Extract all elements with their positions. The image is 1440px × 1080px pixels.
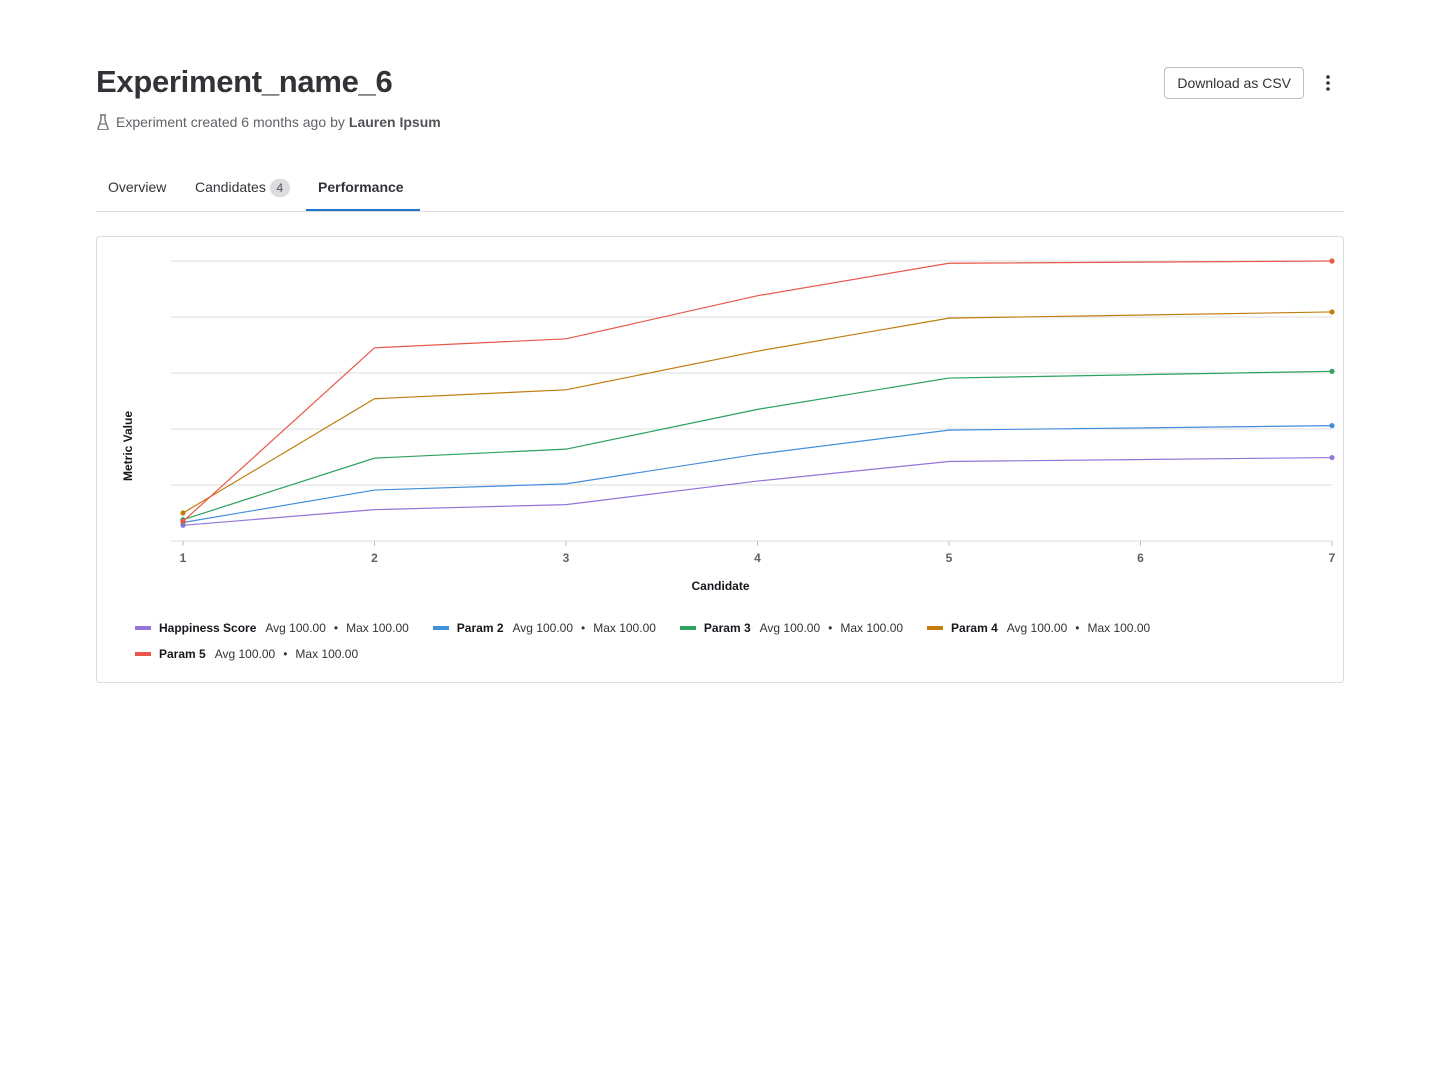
page-title: Experiment_name_6 xyxy=(96,64,393,99)
x-tick-label: 5 xyxy=(946,551,953,565)
created-text: Experiment created 6 months ago xyxy=(116,114,327,130)
legend-series-name: Happiness Score xyxy=(159,621,257,635)
series-line xyxy=(182,260,1333,522)
x-tick-label: 3 xyxy=(563,551,570,565)
legend-avg: Avg 100.00 xyxy=(214,647,276,661)
legend-separator: • xyxy=(828,621,833,635)
legend-item[interactable]: Param 2 Avg 100.00 • Max 100.00 xyxy=(432,621,656,635)
tab-performance[interactable]: Performance xyxy=(306,166,420,211)
series-line xyxy=(182,425,1333,524)
tab-bar: Overview Candidates 4 Performance xyxy=(96,166,1344,212)
legend-swatch xyxy=(679,626,696,630)
series-point xyxy=(1329,454,1335,461)
legend-row: Happiness Score Avg 100.00 • Max 100.00 Para… xyxy=(135,615,1315,641)
tab-overview[interactable]: Overview xyxy=(108,166,166,211)
legend-avg: Avg 100.00 xyxy=(265,621,326,635)
legend-separator: • xyxy=(283,647,288,661)
chart-legend: Happiness Score Avg 100.00 • Max 100.00 Para… xyxy=(135,615,1315,667)
legend-item[interactable]: Happiness Score Avg 100.00 • Max 100.00 xyxy=(135,621,409,635)
legend-swatch xyxy=(135,626,151,630)
y-axis-title: Metric Value xyxy=(121,411,135,481)
legend-item[interactable]: Param 4 Avg 100.00 • Max 100.00 xyxy=(927,621,1150,635)
x-axis-title: Candidate xyxy=(691,579,749,593)
series-point xyxy=(1329,309,1335,315)
legend-separator: • xyxy=(581,621,586,635)
legend-max: Max 100.00 xyxy=(1087,621,1151,635)
x-tick-label: 7 xyxy=(1329,551,1336,565)
download-csv-button[interactable]: Download as CSV xyxy=(1164,67,1304,99)
series-point xyxy=(180,510,186,516)
legend-max: Max 100.00 xyxy=(593,621,656,635)
page-header: Experiment_name_6 Experiment created 6 m… xyxy=(96,62,1344,142)
legend-max: Max 100.00 xyxy=(295,647,359,661)
tab-candidates[interactable]: Candidates 4 xyxy=(195,166,290,211)
series-line xyxy=(182,311,1333,514)
legend-swatch xyxy=(927,626,944,630)
experiment-meta: Experiment created 6 months ago by Laure… xyxy=(96,114,441,130)
legend-swatch xyxy=(432,626,449,630)
flask-icon xyxy=(97,114,109,130)
legend-separator: • xyxy=(333,621,339,635)
candidates-count-badge: 4 xyxy=(269,179,290,197)
legend-max: Max 100.00 xyxy=(840,621,904,635)
legend-series-name: Param 3 xyxy=(703,621,751,635)
legend-avg: Avg 100.00 xyxy=(1006,621,1068,635)
by-text: by xyxy=(330,114,345,130)
series-point xyxy=(1329,368,1335,374)
legend-separator: • xyxy=(1075,621,1080,635)
x-tick-label: 4 xyxy=(754,551,761,565)
legend-row: Param 5 Avg 100.00 • Max 100.00 xyxy=(135,641,1315,667)
series-point xyxy=(1329,423,1335,429)
legend-series-name: Param 5 xyxy=(159,647,206,661)
legend-series-name: Param 2 xyxy=(456,621,504,635)
legend-avg: Avg 100.00 xyxy=(759,621,821,635)
legend-avg: Avg 100.00 xyxy=(512,621,574,635)
legend-item[interactable]: Param 3 Avg 100.00 • Max 100.00 xyxy=(679,621,904,635)
x-tick-label: 2 xyxy=(371,551,378,565)
tab-candidates-label: Candidates xyxy=(195,179,266,195)
tab-performance-label: Performance xyxy=(318,179,404,195)
x-tick-label: 6 xyxy=(1137,551,1144,565)
legend-item[interactable]: Param 5 Avg 100.00 • Max 100.00 xyxy=(135,647,358,661)
tab-overview-label: Overview xyxy=(108,179,167,195)
x-tick-label: 1 xyxy=(180,551,187,565)
series-line xyxy=(182,456,1333,526)
series-point xyxy=(1329,258,1335,264)
author-link[interactable]: Lauren Ipsum xyxy=(349,114,441,130)
performance-line-chart: 1 2 3 4 5 6 7 Candidate Metric Value xyxy=(121,258,1336,593)
kebab-icon xyxy=(1326,75,1330,91)
legend-swatch xyxy=(135,652,151,656)
series-line xyxy=(182,370,1333,521)
legend-max: Max 100.00 xyxy=(346,621,409,635)
performance-chart-card: 1 2 3 4 5 6 7 Candidate Metric Value Happiness S… xyxy=(96,236,1344,683)
series-point xyxy=(180,518,186,524)
legend-series-name: Param 4 xyxy=(951,621,998,635)
more-actions-button[interactable] xyxy=(1312,67,1344,99)
header-actions: Download as CSV xyxy=(1164,67,1344,99)
